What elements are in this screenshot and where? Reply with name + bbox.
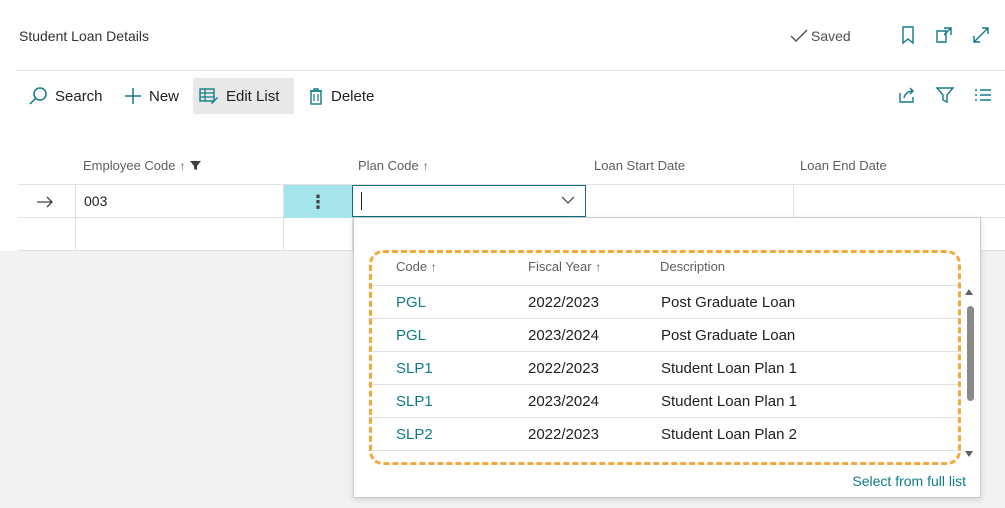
lookup-header-description[interactable]: Description <box>660 259 725 274</box>
sort-ascending-icon: ↑ <box>595 260 602 274</box>
lookup-row-description: Post Graduate Loan <box>661 294 796 311</box>
saved-label: Saved <box>811 28 851 44</box>
new-label: New <box>149 87 180 105</box>
scroll-down-arrow-icon[interactable] <box>965 451 973 457</box>
search-label: Search <box>55 87 103 105</box>
edit-list-label: Edit List <box>226 87 280 105</box>
lookup-code-header-label: Code <box>396 259 428 274</box>
delete-label: Delete <box>331 87 375 105</box>
plan-code-header-label: Plan Code <box>358 158 419 173</box>
grid-line <box>793 184 794 218</box>
checkmark-icon <box>790 29 808 42</box>
chevron-down-icon[interactable] <box>561 195 575 205</box>
lookup-row[interactable]: PGL 2023/2024 Post Graduate Loan <box>368 318 962 351</box>
employee-code-cell[interactable]: 003 <box>84 193 107 209</box>
text-caret <box>361 192 362 210</box>
scroll-up-arrow-icon[interactable] <box>965 289 973 295</box>
row-actions-button[interactable]: ⋮ <box>284 185 352 218</box>
column-header-loan-end-date[interactable]: Loan End Date <box>800 158 887 173</box>
employee-code-header-label: Employee Code <box>83 158 176 173</box>
page-title: Student Loan Details <box>19 28 149 44</box>
list-view-icon[interactable] <box>973 85 993 105</box>
filter-icon[interactable] <box>935 85 955 105</box>
lookup-header-fiscal-year[interactable]: Fiscal Year ↑ <box>528 259 601 274</box>
lookup-row-description: Student Loan Plan 1 <box>661 393 797 410</box>
select-from-full-list-link[interactable]: Select from full list <box>852 473 966 489</box>
search-icon <box>29 87 47 105</box>
open-new-window-icon[interactable] <box>934 25 954 45</box>
trash-icon <box>310 88 322 105</box>
header-divider <box>16 70 1005 71</box>
column-header-employee-code[interactable]: Employee Code ↑ <box>83 158 201 173</box>
lookup-row-code[interactable]: PGL <box>396 294 426 311</box>
saved-status: Saved <box>790 28 851 44</box>
lookup-row[interactable]: SLP1 2023/2024 Student Loan Plan 1 <box>368 384 962 417</box>
grid-line <box>368 450 962 451</box>
new-button[interactable]: New <box>118 78 185 114</box>
sort-ascending-icon: ↑ <box>179 158 186 173</box>
lookup-row-code[interactable]: SLP1 <box>396 360 433 377</box>
lookup-row-code[interactable]: SLP2 <box>396 426 433 443</box>
edit-list-icon <box>199 88 218 104</box>
more-options-icon: ⋮ <box>309 191 327 212</box>
lookup-row-code[interactable]: PGL <box>396 327 426 344</box>
plan-code-lookup-dropdown: Code ↑ Fiscal Year ↑ Description PGL 202… <box>353 217 981 498</box>
plus-icon <box>125 88 141 104</box>
sort-ascending-icon: ↑ <box>422 158 429 173</box>
lookup-header-code[interactable]: Code ↑ <box>396 259 437 274</box>
plan-code-input[interactable] <box>352 185 586 217</box>
lookup-fiscal-year-header-label: Fiscal Year <box>528 259 592 274</box>
grid-line <box>75 184 76 251</box>
lookup-row[interactable]: SLP1 2022/2023 Student Loan Plan 1 <box>368 351 962 384</box>
lookup-description-header-label: Description <box>660 259 726 274</box>
lookup-row-fiscal-year: 2023/2024 <box>528 393 599 410</box>
column-header-loan-start-date[interactable]: Loan Start Date <box>594 158 685 173</box>
lookup-row-description: Student Loan Plan 1 <box>661 360 797 377</box>
lookup-row[interactable]: SLP2 2022/2023 Student Loan Plan 2 <box>368 417 962 450</box>
lookup-row-fiscal-year: 2023/2024 <box>528 327 599 344</box>
lookup-row[interactable]: PGL 2022/2023 Post Graduate Loan <box>368 285 962 318</box>
expand-icon[interactable] <box>971 25 991 45</box>
lookup-row-fiscal-year: 2022/2023 <box>528 426 599 443</box>
delete-button[interactable]: Delete <box>302 78 380 114</box>
lookup-row-description: Student Loan Plan 2 <box>661 426 797 443</box>
lookup-row-description: Post Graduate Loan <box>661 327 796 344</box>
lookup-row-code[interactable]: SLP1 <box>396 393 433 410</box>
loan-start-date-header-label: Loan Start Date <box>594 158 686 173</box>
column-header-plan-code[interactable]: Plan Code ↑ <box>358 158 429 173</box>
current-row-arrow-icon <box>37 196 53 208</box>
sort-ascending-icon: ↑ <box>430 260 437 274</box>
scrollbar-thumb[interactable] <box>967 306 974 401</box>
lookup-row-fiscal-year: 2022/2023 <box>528 360 599 377</box>
share-icon[interactable] <box>897 85 917 105</box>
filter-applied-icon <box>189 161 201 170</box>
bookmark-icon[interactable] <box>898 25 918 45</box>
edit-list-button[interactable]: Edit List <box>193 78 294 114</box>
lookup-row-fiscal-year: 2022/2023 <box>528 294 599 311</box>
loan-end-date-header-label: Loan End Date <box>800 158 887 173</box>
search-button[interactable]: Search <box>22 78 109 114</box>
